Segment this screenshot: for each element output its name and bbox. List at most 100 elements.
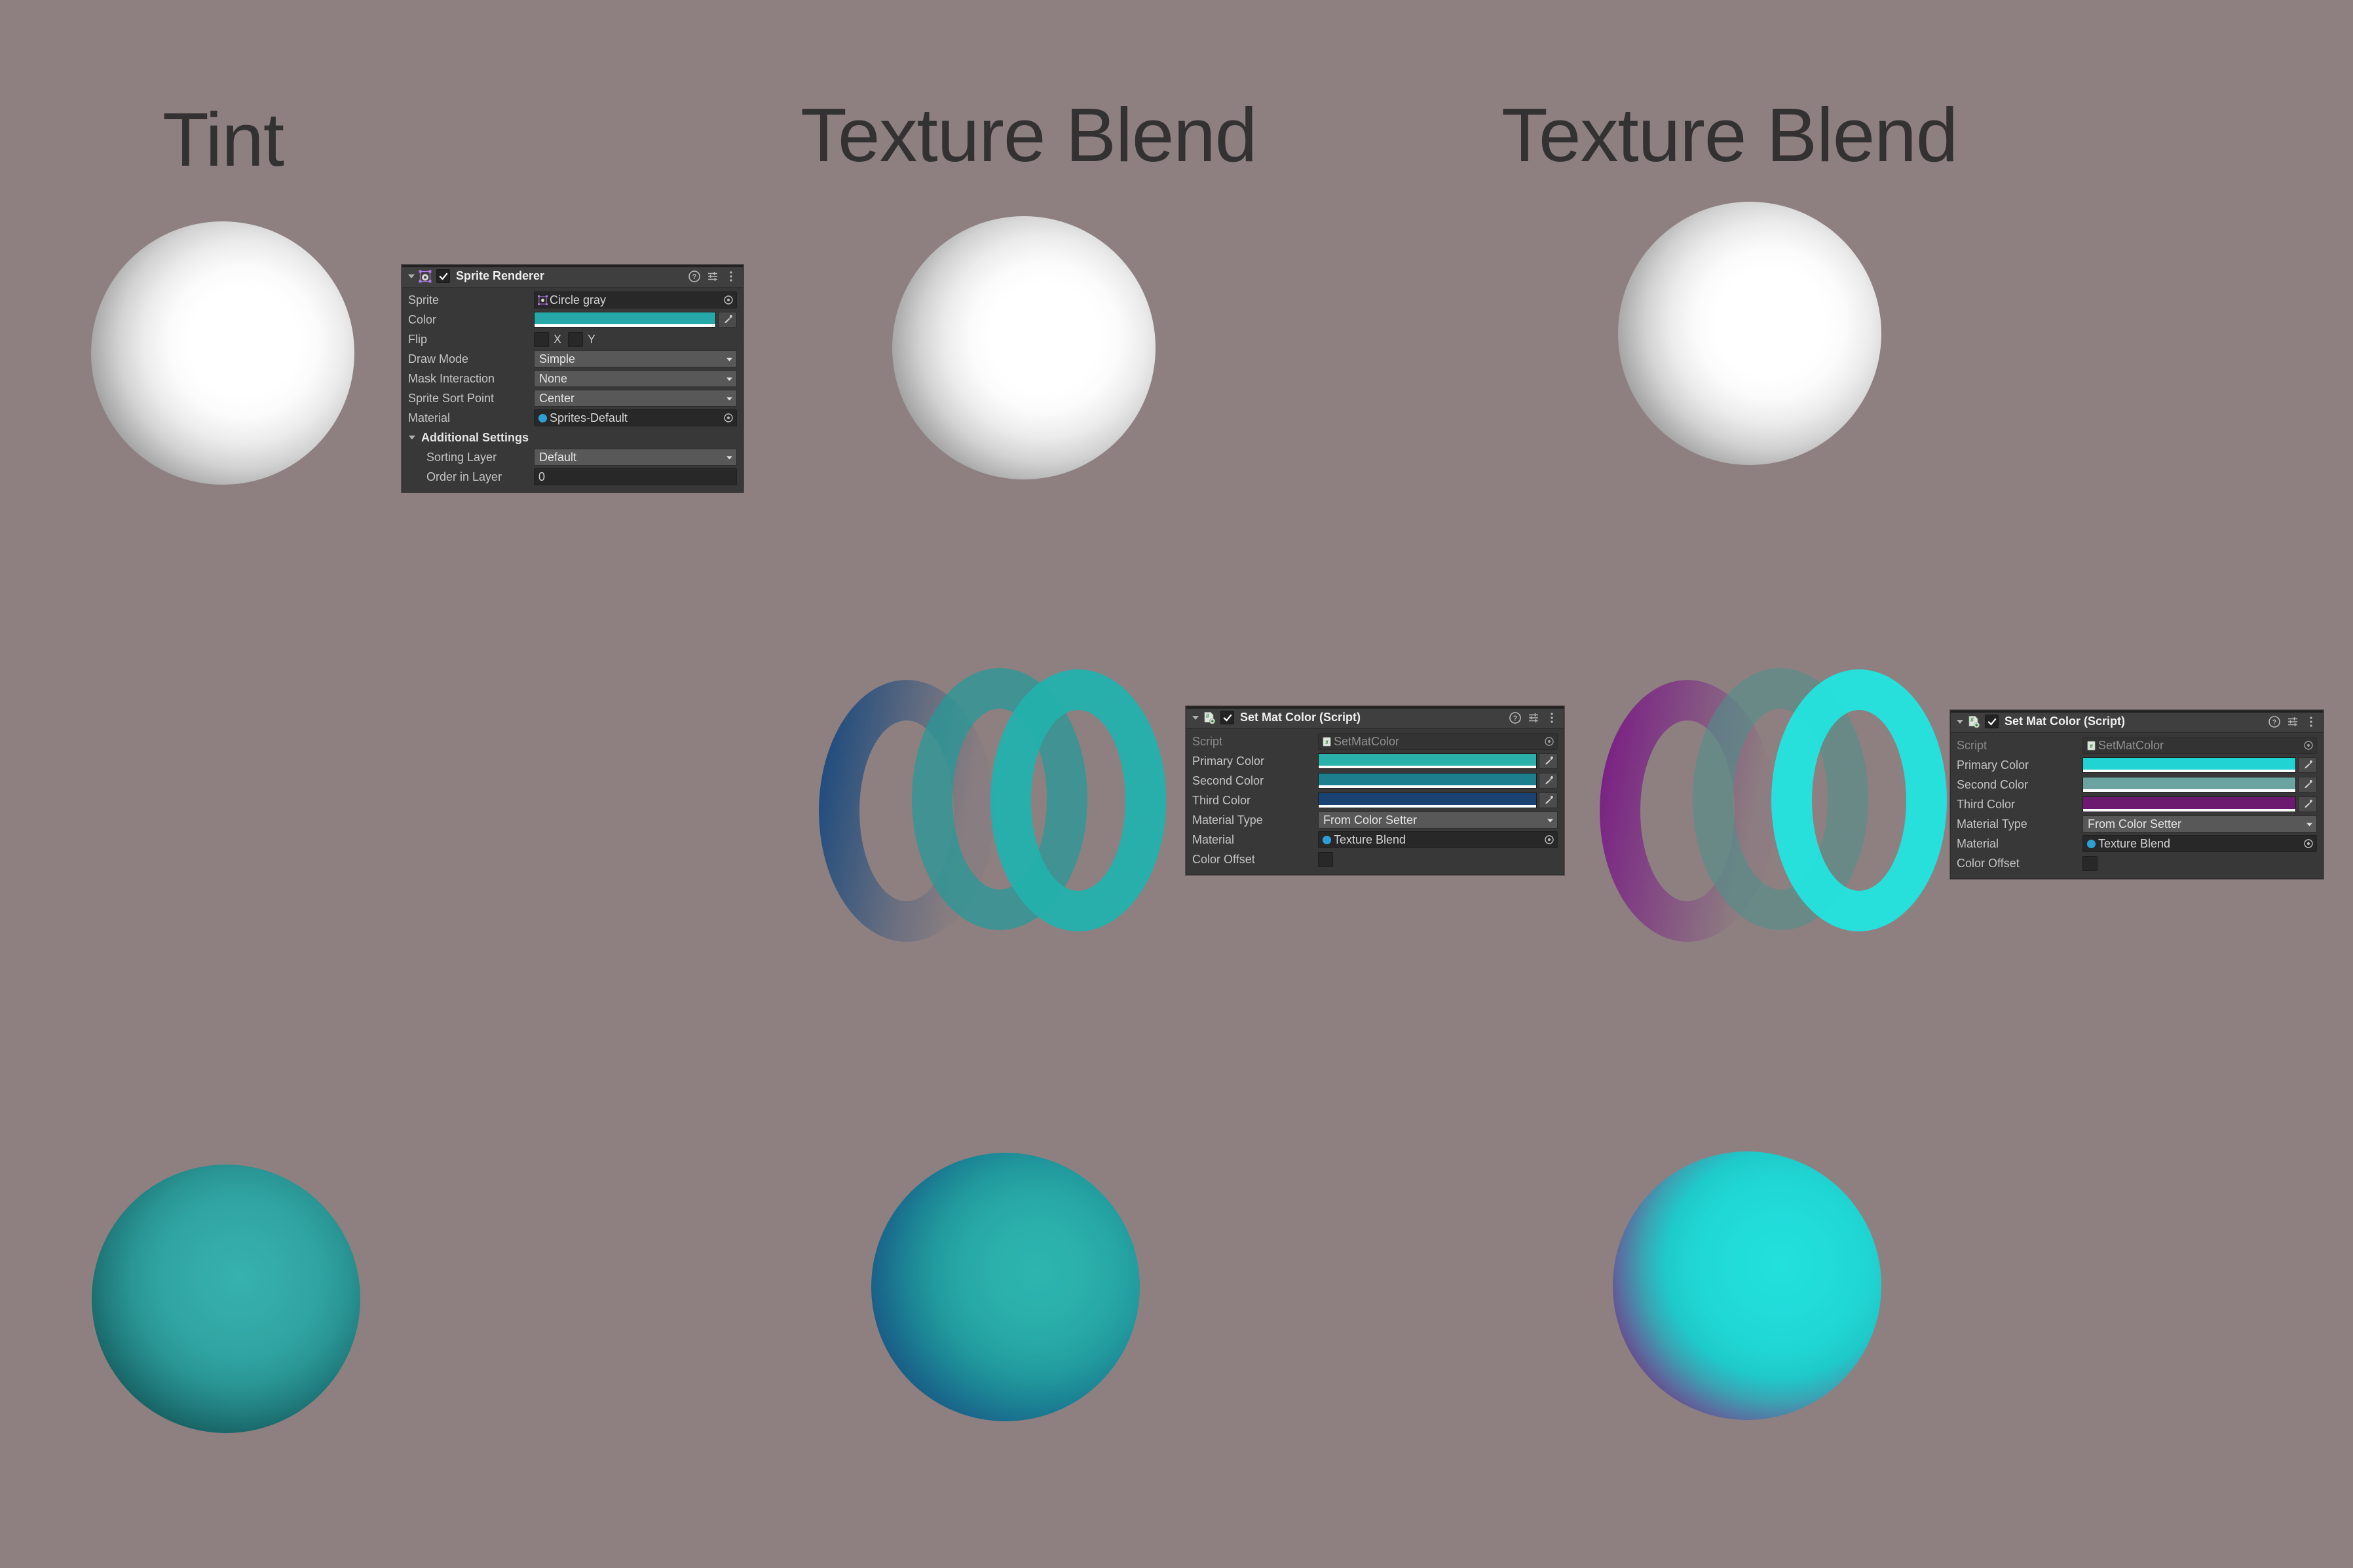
script-value: SetMatColor [2098,738,2164,752]
svg-text:?: ? [2272,719,2277,726]
color-swatch[interactable] [534,312,716,327]
sprite-renderer-enabled-checkbox[interactable] [436,269,450,283]
second-color-field[interactable] [1318,773,1558,789]
material-asset-icon [537,413,548,424]
field-material: Sprites-Default [534,409,737,426]
material-object-picker-icon[interactable] [722,411,735,424]
additional-settings-header[interactable]: Additional Settings [408,428,737,447]
row-sprite: Sprite Circle gray [408,290,737,310]
flip-x-checkbox[interactable] [534,331,549,347]
second-color-alpha [1319,785,1536,788]
primary-color-swatch[interactable] [2082,757,2296,773]
eyedropper-icon[interactable] [1539,793,1558,808]
material-asset-icon [2086,838,2097,849]
more-menu-icon[interactable] [1545,711,1558,724]
material-object-field[interactable]: Sprites-Default [534,409,737,426]
color-swatch-rgb [535,312,715,324]
label-script: Script [1192,734,1223,748]
eyedropper-icon[interactable] [2298,796,2317,812]
sprite-renderer-header[interactable]: Sprite Renderer ? [402,265,743,288]
foldout-triangle-icon[interactable] [406,271,417,282]
field-sprite: Circle gray [534,291,737,308]
material-value: Texture Blend [2098,836,2171,850]
sprite-object-field[interactable]: Circle gray [534,291,737,308]
label-primary-color: Primary Color [1957,758,2029,772]
more-menu-icon[interactable] [2305,715,2318,728]
third-color-field[interactable] [2082,796,2317,812]
script-object-picker-icon[interactable] [1543,735,1556,748]
color-offset-checkbox[interactable] [1318,851,1333,867]
eyedropper-icon[interactable] [1539,753,1558,769]
set-mat-color-panel-right: # Set Mat Color (Script) ? Script # SetM… [1950,710,2324,879]
help-icon[interactable]: ? [688,270,701,283]
primary-color-field[interactable] [2082,757,2317,773]
sprite-sort-point-dropdown[interactable]: Center [534,390,737,407]
ring-group-blend-b [1600,668,1967,950]
more-menu-icon[interactable] [725,270,738,283]
foldout-triangle-icon[interactable] [1955,717,1965,727]
eyedropper-icon[interactable] [2298,777,2317,793]
heading-texture-blend-b: Texture Blend [1501,92,1958,177]
color-field[interactable] [534,312,737,327]
order-in-layer-input[interactable]: 0 [534,468,737,485]
script-object-field[interactable]: # SetMatColor [2082,737,2317,754]
mask-interaction-dropdown[interactable]: None [534,370,737,387]
preset-settings-icon[interactable] [706,270,719,283]
field-primary-color [2082,757,2317,773]
label-mask-interaction: Mask Interaction [408,371,495,385]
material-type-dropdown[interactable]: From Color Setter [2082,815,2317,832]
svg-text:#: # [1206,713,1209,719]
material-type-value: From Color Setter [2088,817,2182,831]
field-color-offset [2082,855,2317,871]
second-color-field[interactable] [2082,777,2317,793]
heading-texture-blend-a: Texture Blend [800,92,1257,177]
second-color-swatch[interactable] [2082,777,2296,793]
material-type-dropdown[interactable]: From Color Setter [1318,812,1558,829]
material-object-picker-icon[interactable] [1543,833,1556,846]
third-color-field[interactable] [1318,793,1558,808]
script-object-field[interactable]: # SetMatColor [1318,733,1558,750]
second-color-swatch[interactable] [1318,773,1537,789]
color-offset-checkbox[interactable] [2082,855,2098,871]
help-icon[interactable]: ? [2268,715,2281,728]
primary-color-field[interactable] [1318,753,1558,769]
primary-color-swatch[interactable] [1318,753,1537,769]
preset-settings-icon[interactable] [2286,715,2299,728]
third-color-alpha [2083,809,2295,812]
panel-title: Set Mat Color (Script) [2005,715,2126,728]
set-mat-color-enabled-checkbox[interactable] [1985,715,1999,728]
foldout-triangle-icon[interactable] [1190,713,1201,723]
eyedropper-icon[interactable] [1539,773,1558,789]
row-material: Material Texture Blend [1192,830,1558,849]
row-draw-mode: Draw Mode Simple [408,349,737,369]
svg-text:#: # [1970,717,1974,723]
eyedropper-icon[interactable] [2298,757,2317,773]
field-material: Texture Blend [1318,831,1558,848]
third-color-rgb [1319,793,1536,805]
label-draw-mode: Draw Mode [408,352,469,365]
script-object-picker-icon[interactable] [2302,739,2315,752]
help-icon[interactable]: ? [1509,711,1522,724]
draw-mode-dropdown[interactable]: Simple [534,350,737,367]
material-object-picker-icon[interactable] [2302,837,2315,850]
third-color-swatch[interactable] [1318,793,1537,808]
field-order-in-layer: 0 [534,468,737,485]
script-asset-icon: # [1321,736,1332,747]
panel-top-rule [402,265,743,267]
eyedropper-icon[interactable] [718,312,737,327]
set-mat-color-header[interactable]: # Set Mat Color (Script) ? [1186,707,1564,729]
third-color-swatch[interactable] [2082,796,2296,812]
ring-front-teal [990,669,1166,931]
svg-text:?: ? [692,273,697,281]
field-second-color [2082,777,2317,793]
sorting-layer-dropdown[interactable]: Default [534,449,737,466]
set-mat-color-enabled-checkbox[interactable] [1220,711,1234,724]
foldout-triangle-icon[interactable] [407,432,417,443]
set-mat-color-header[interactable]: # Set Mat Color (Script) ? [1951,711,2323,733]
flip-y-checkbox[interactable] [568,331,584,347]
material-object-field[interactable]: Texture Blend [2082,835,2317,852]
field-sorting-layer: Default [534,449,737,466]
material-object-field[interactable]: Texture Blend [1318,831,1558,848]
sprite-object-picker-icon[interactable] [722,293,735,307]
preset-settings-icon[interactable] [1527,711,1540,724]
